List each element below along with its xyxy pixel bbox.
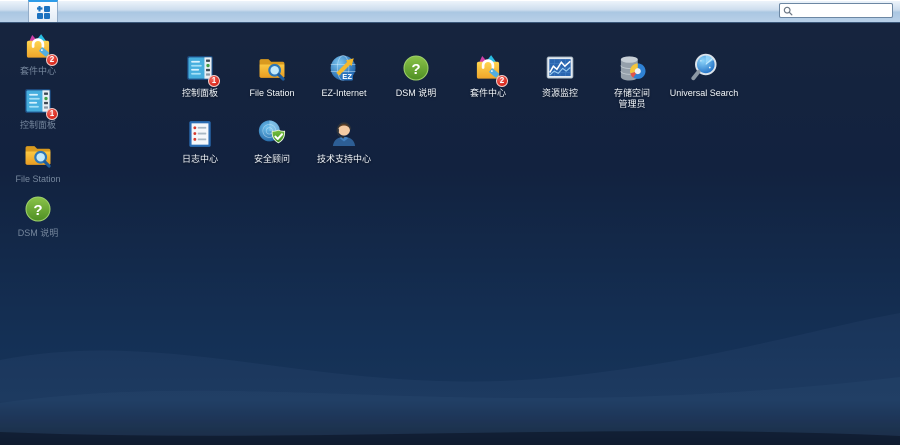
app-item-package-center[interactable]: 2 套件中心 <box>452 46 524 112</box>
search-magnifier-icon <box>783 6 793 16</box>
wallpaper-waves <box>0 305 900 445</box>
app-item-control-panel[interactable]: 1 控制面板 <box>164 46 236 112</box>
app-label: Universal Search <box>670 88 739 99</box>
resource-monitor-icon <box>544 52 576 84</box>
shortcut-label: 套件中心 <box>20 66 56 77</box>
log-center-icon <box>184 118 216 150</box>
app-label: 存储空间 管理员 <box>614 88 650 109</box>
notification-badge: 1 <box>208 75 220 87</box>
notification-badge: 2 <box>496 75 508 87</box>
app-label: 安全顾问 <box>254 154 290 165</box>
ez-internet-icon <box>328 52 360 84</box>
search-input[interactable] <box>796 5 889 17</box>
app-item-support-center[interactable]: 技术支持中心 <box>308 112 380 178</box>
dsm-help-icon <box>22 193 54 225</box>
desktop-shortcut-file-station[interactable]: File Station <box>2 139 74 185</box>
notification-badge: 1 <box>46 108 58 120</box>
app-item-resource-monitor[interactable]: 资源监控 <box>524 46 596 112</box>
app-item-ez-internet[interactable]: EZ-Internet <box>308 46 380 112</box>
desktop-shortcut-control-panel[interactable]: 1 控制面板 <box>2 85 74 131</box>
shortcut-label: DSM 说明 <box>18 228 59 239</box>
app-item-security-advisor[interactable]: 安全顾问 <box>236 112 308 178</box>
app-grid: 1 控制面板 File Station EZ-Internet DSM 说明 2… <box>164 46 740 178</box>
package-center-icon: 2 <box>22 31 54 63</box>
top-taskbar <box>0 0 900 23</box>
desktop-shortcut-dsm-help[interactable]: DSM 说明 <box>2 193 74 239</box>
shortcut-label: 控制面板 <box>20 120 56 131</box>
desktop-shortcut-package-center[interactable]: 2 套件中心 <box>2 31 74 77</box>
file-station-icon <box>22 139 54 171</box>
app-label: 日志中心 <box>182 154 218 165</box>
package-center-icon: 2 <box>472 52 504 84</box>
app-label: 控制面板 <box>182 88 218 99</box>
storage-manager-icon <box>616 52 648 84</box>
main-menu-button[interactable] <box>28 0 58 22</box>
app-label: EZ-Internet <box>321 88 366 99</box>
search-box[interactable] <box>779 3 893 18</box>
shortcut-label: File Station <box>15 174 60 185</box>
desktop-shortcuts: 2 套件中心 1 控制面板 File Station DSM 说明 <box>2 31 74 247</box>
control-panel-icon: 1 <box>184 52 216 84</box>
app-label: File Station <box>249 88 294 99</box>
main-menu-grid-icon <box>37 6 50 19</box>
app-label: 资源监控 <box>542 88 578 99</box>
notification-badge: 2 <box>46 54 58 66</box>
app-label: 技术支持中心 <box>317 154 371 165</box>
app-label: 套件中心 <box>470 88 506 99</box>
file-station-icon <box>256 52 288 84</box>
app-item-file-station[interactable]: File Station <box>236 46 308 112</box>
dsm-help-icon <box>400 52 432 84</box>
security-advisor-icon <box>256 118 288 150</box>
support-center-icon <box>328 118 360 150</box>
control-panel-icon: 1 <box>22 85 54 117</box>
universal-search-icon <box>688 52 720 84</box>
app-label: DSM 说明 <box>396 88 437 99</box>
app-item-log-center[interactable]: 日志中心 <box>164 112 236 178</box>
app-item-universal-search[interactable]: Universal Search <box>668 46 740 112</box>
app-item-dsm-help[interactable]: DSM 说明 <box>380 46 452 112</box>
app-item-storage-manager[interactable]: 存储空间 管理员 <box>596 46 668 112</box>
